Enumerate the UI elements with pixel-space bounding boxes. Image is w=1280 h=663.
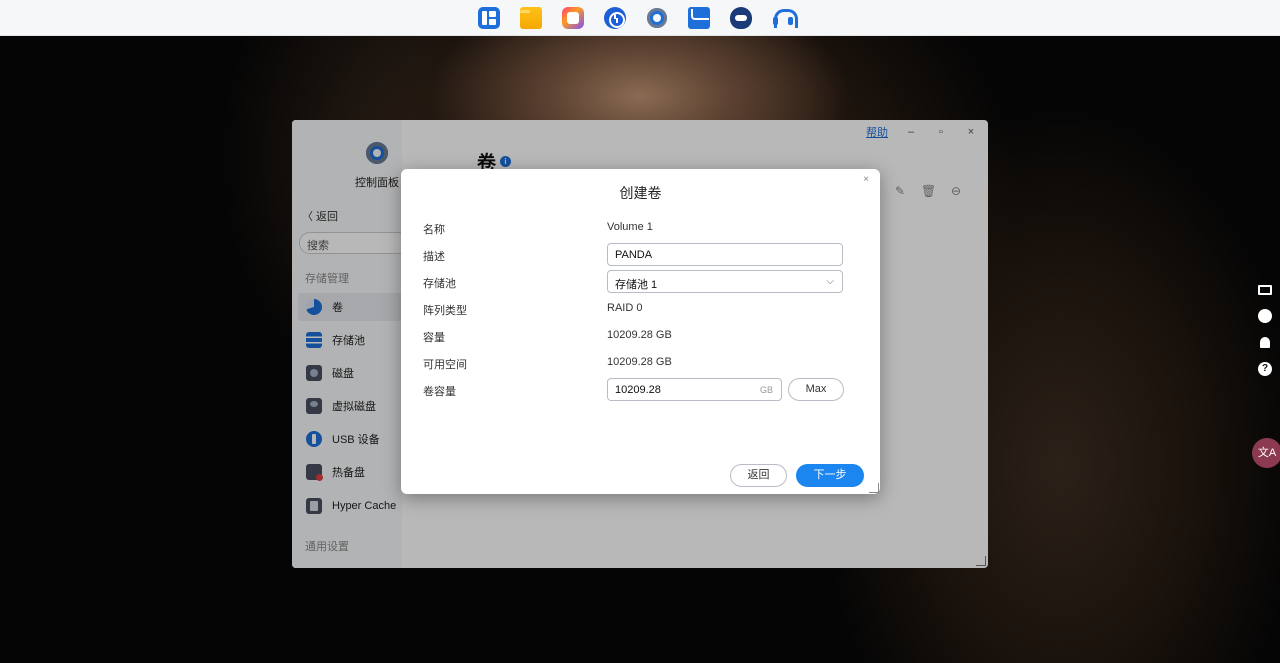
bell-icon[interactable]: [1260, 337, 1270, 348]
max-button[interactable]: Max: [788, 378, 844, 401]
capacity-unit: GB: [759, 385, 773, 395]
volume-capacity-input[interactable]: 10209.28 GB: [607, 378, 782, 401]
dialog-close-icon[interactable]: ×: [863, 174, 869, 185]
docker-icon[interactable]: [730, 7, 752, 29]
raid-type-label: 阵列类型: [423, 305, 467, 317]
right-widget-bar: ?: [1258, 283, 1272, 376]
back-button[interactable]: 返回: [730, 464, 787, 487]
taskbar: [0, 0, 1280, 36]
backup-clock-icon[interactable]: [604, 7, 626, 29]
mail-icon[interactable]: [688, 7, 710, 29]
create-volume-dialog: 创建卷 × 名称 Volume 1 描述 PANDA 存储池 存储池 1 ⌵ 阵…: [401, 169, 880, 494]
volume-capacity-value: 10209.28: [615, 384, 661, 396]
monitor-icon[interactable]: [1258, 285, 1272, 295]
capacity-value: 10209.28 GB: [607, 329, 672, 341]
pool-selected-value: 存储池 1: [615, 279, 658, 291]
description-field[interactable]: PANDA: [607, 243, 843, 266]
name-value: Volume 1: [607, 221, 653, 233]
volume-capacity-label: 卷容量: [423, 386, 456, 398]
dialog-resize-grip[interactable]: [869, 483, 879, 493]
free-space-value: 10209.28 GB: [607, 356, 672, 368]
gear-icon[interactable]: [646, 7, 668, 29]
name-label: 名称: [423, 224, 445, 236]
pool-label: 存储池: [423, 278, 456, 290]
help-icon[interactable]: ?: [1258, 362, 1272, 376]
headset-icon[interactable]: [772, 7, 798, 29]
free-space-label: 可用空间: [423, 359, 467, 371]
capacity-label: 容量: [423, 332, 445, 344]
raid-type-value: RAID 0: [607, 302, 643, 314]
pool-select[interactable]: 存储池 1 ⌵: [607, 270, 843, 293]
next-button[interactable]: 下一步: [796, 464, 864, 487]
photos-icon[interactable]: [562, 7, 584, 29]
chevron-down-icon: ⌵: [826, 276, 834, 287]
description-label: 描述: [423, 251, 445, 263]
chat-icon[interactable]: [1258, 309, 1272, 323]
app-center-icon[interactable]: [478, 7, 500, 29]
dock: [478, 7, 798, 29]
translate-button[interactable]: 文A: [1252, 438, 1280, 468]
dialog-title: 创建卷: [619, 185, 662, 201]
folder-icon[interactable]: [520, 7, 542, 29]
